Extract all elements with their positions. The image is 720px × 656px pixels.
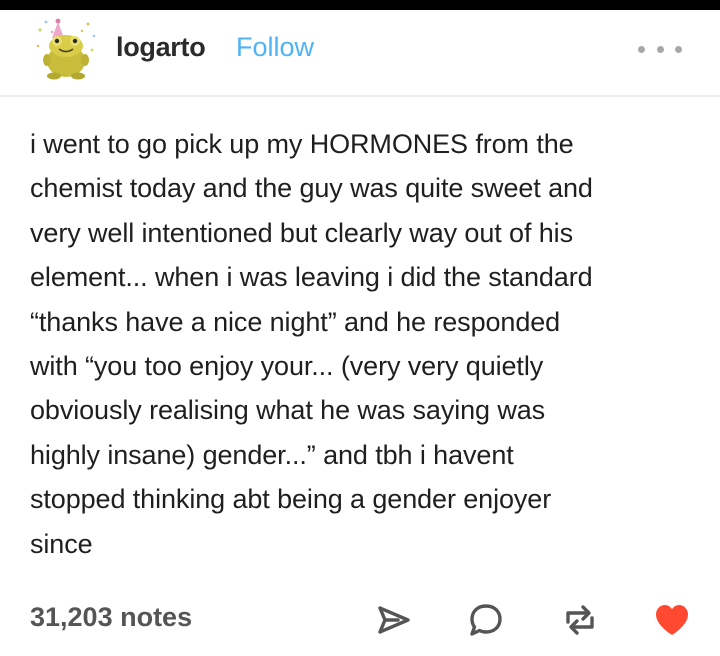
post-text: i went to go pick up my HORMONES from th… (30, 122, 700, 566)
post-text-line: stopped thinking abt being a gender enjo… (30, 484, 552, 515)
username[interactable]: logarto (116, 32, 206, 63)
reblog-icon[interactable] (560, 600, 600, 640)
reply-icon[interactable] (466, 600, 506, 640)
post-text-line: highly insane) gender...” and tbh i have… (30, 439, 514, 470)
follow-button[interactable]: Follow (236, 32, 314, 63)
post-text-line: very well intentioned but clearly way ou… (30, 217, 573, 248)
post-text-line: element... when i was leaving i did the … (30, 262, 593, 293)
post-text-line: chemist today and the guy was quite swee… (30, 173, 593, 204)
heart-icon[interactable] (652, 600, 692, 640)
post-text-line: i went to go pick up my HORMONES from th… (30, 129, 574, 159)
share-icon[interactable] (374, 600, 414, 640)
post-header: logarto Follow (0, 10, 720, 94)
ellipsis-dot (675, 45, 682, 53)
post-text-line: “thanks have a nice night” and he respon… (30, 306, 561, 337)
avatar[interactable] (32, 16, 100, 84)
post-text-line: obviously realising what he was saying w… (30, 395, 546, 426)
ellipsis-dot (638, 45, 645, 53)
post-text-line: with “you too enjoy your... (very very q… (30, 351, 544, 382)
post-footer: 31,203 notes (0, 594, 720, 646)
post-text-line: since (30, 528, 93, 559)
notes-count[interactable]: 31,203 notes (30, 602, 192, 633)
ellipsis-dot (656, 45, 664, 53)
more-options-icon[interactable] (638, 42, 682, 56)
header-divider (0, 95, 720, 97)
status-bar (0, 0, 720, 10)
